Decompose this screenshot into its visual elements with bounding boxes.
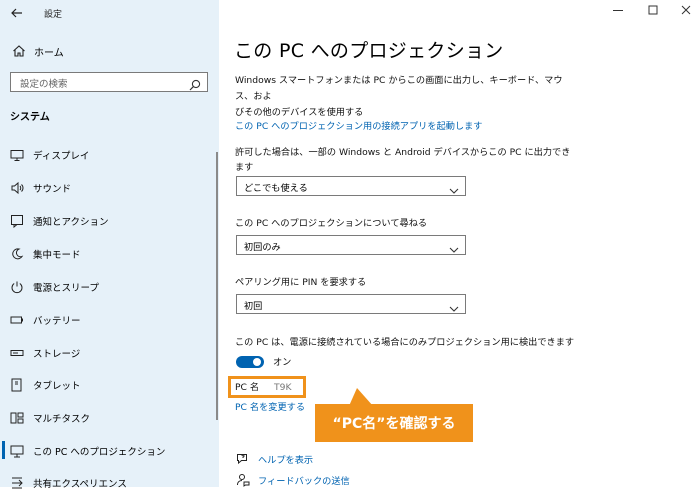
annotation-callout: “PC名”を確認する bbox=[315, 404, 473, 442]
toggle-state-label: オン bbox=[273, 357, 292, 368]
sidebar-item-sound[interactable]: サウンド bbox=[0, 174, 219, 200]
sidebar-item-label: 共有エクスペリエンス bbox=[33, 479, 127, 490]
feedback-icon bbox=[236, 472, 250, 487]
sidebar-item-projection[interactable]: この PC へのプロジェクション bbox=[0, 437, 219, 463]
ask-dropdown[interactable]: 初回のみ bbox=[236, 235, 466, 255]
setting-ask-label: この PC へのプロジェクションについて尋ねる bbox=[235, 218, 428, 229]
multitask-icon bbox=[10, 410, 24, 424]
moon-icon bbox=[10, 246, 24, 260]
pc-name-value: T9K bbox=[274, 382, 292, 393]
dropdown-value: 初回のみ bbox=[244, 242, 281, 253]
sidebar-item-battery[interactable]: バッテリー bbox=[0, 306, 219, 332]
rename-pc-link[interactable]: PC 名を変更する bbox=[235, 399, 305, 413]
home-icon bbox=[12, 43, 26, 57]
window-title: 設定 bbox=[44, 10, 63, 20]
dropdown-value: どこでも使える bbox=[244, 183, 308, 194]
nav-home-label: ホーム bbox=[34, 48, 64, 59]
back-button[interactable] bbox=[10, 6, 26, 20]
power-only-toggle[interactable] bbox=[236, 356, 264, 368]
sidebar-item-display[interactable]: ディスプレイ bbox=[0, 141, 219, 167]
toggle-knob bbox=[253, 358, 261, 366]
sidebar-item-storage[interactable]: ストレージ bbox=[0, 339, 219, 365]
speaker-icon bbox=[10, 180, 24, 195]
sidebar-item-label: ストレージ bbox=[33, 349, 81, 360]
projection-icon bbox=[10, 443, 24, 458]
nav-home[interactable]: ホーム bbox=[8, 40, 208, 62]
pin-dropdown[interactable]: 初回 bbox=[236, 294, 466, 314]
sidebar-item-power[interactable]: 電源とスリープ bbox=[0, 273, 219, 299]
sidebar-item-notifications[interactable]: 通知とアクション bbox=[0, 207, 219, 233]
launch-connect-app-link[interactable]: この PC へのプロジェクション用の接続アプリを起動します bbox=[235, 118, 482, 132]
power-icon bbox=[10, 279, 24, 294]
notification-icon bbox=[10, 213, 24, 229]
close-button[interactable] bbox=[676, 4, 696, 20]
page-description: Windows スマートフォンまたは PC からこの画面に出力し、キーボード、マ… bbox=[235, 73, 565, 121]
chevron-down-icon bbox=[449, 299, 459, 312]
availability-dropdown[interactable]: どこでも使える bbox=[236, 176, 466, 196]
search-placeholder: 設定の検索 bbox=[20, 79, 68, 90]
search-input[interactable]: 設定の検索 bbox=[10, 72, 208, 92]
sidebar-item-label: マルチタスク bbox=[33, 414, 91, 425]
close-icon bbox=[681, 5, 691, 15]
main-content: この PC へのプロジェクション Windows スマートフォンまたは PC か… bbox=[219, 0, 700, 487]
sidebar-scrollbar[interactable] bbox=[216, 152, 218, 420]
display-icon bbox=[10, 147, 24, 161]
page-title: この PC へのプロジェクション bbox=[234, 40, 504, 62]
callout-text: “PC名”を確認する bbox=[332, 416, 456, 432]
back-arrow-icon bbox=[11, 8, 22, 18]
tablet-icon bbox=[10, 377, 24, 392]
battery-icon bbox=[10, 312, 24, 326]
section-title: システム bbox=[10, 112, 50, 123]
window-controls bbox=[219, 0, 700, 26]
sidebar-item-label: ディスプレイ bbox=[33, 151, 90, 162]
setting-power-only-label: この PC は、電源に接続されている場合にのみプロジェクション用に検出できます bbox=[235, 337, 575, 348]
label-line: 許可した場合は、一部の Windows と Android デバイスからこの P… bbox=[235, 147, 571, 158]
sidebar-item-label: タブレット bbox=[33, 381, 81, 392]
minimize-button[interactable] bbox=[608, 4, 628, 20]
description-line: Windows スマートフォンまたは PC からこの画面に出力し、キーボード、マ… bbox=[235, 75, 563, 102]
sidebar-item-focus-assist[interactable]: 集中モード bbox=[0, 240, 219, 266]
chevron-down-icon bbox=[449, 181, 459, 194]
maximize-icon bbox=[648, 5, 658, 15]
sidebar-item-label: この PC へのプロジェクション bbox=[33, 447, 166, 458]
sidebar-item-tablet[interactable]: タブレット bbox=[0, 371, 219, 397]
setting-availability-label: 許可した場合は、一部の Windows と Android デバイスからこの P… bbox=[235, 145, 575, 175]
storage-icon bbox=[10, 345, 24, 359]
selected-indicator bbox=[2, 441, 5, 459]
pc-name-label: PC 名 bbox=[235, 382, 260, 393]
setting-pin-label: ペアリング用に PIN を要求する bbox=[235, 277, 367, 288]
help-link[interactable]: ヘルプを表示 bbox=[258, 452, 313, 466]
sidebar-item-multitasking[interactable]: マルチタスク bbox=[0, 404, 219, 430]
help-icon bbox=[236, 451, 250, 465]
search-icon[interactable] bbox=[189, 76, 201, 91]
sidebar-item-shared-experiences[interactable]: 共有エクスペリエンス bbox=[0, 469, 219, 495]
sidebar-item-label: 通知とアクション bbox=[33, 217, 109, 228]
feedback-link[interactable]: フィードバックの送信 bbox=[258, 473, 350, 487]
sidebar-item-label: 集中モード bbox=[33, 250, 81, 261]
sidebar-item-label: バッテリー bbox=[33, 316, 81, 327]
sidebar-item-label: 電源とスリープ bbox=[33, 283, 99, 294]
label-line: ます bbox=[235, 162, 254, 173]
chevron-down-icon bbox=[449, 240, 459, 253]
sidebar: 設定 ホーム 設定の検索 システム ディスプレイ サウンド 通知とアクション 集… bbox=[0, 0, 219, 490]
minimize-icon bbox=[613, 10, 623, 11]
dropdown-value: 初回 bbox=[244, 301, 263, 312]
sidebar-item-label: サウンド bbox=[33, 184, 72, 195]
maximize-button[interactable] bbox=[643, 4, 663, 20]
